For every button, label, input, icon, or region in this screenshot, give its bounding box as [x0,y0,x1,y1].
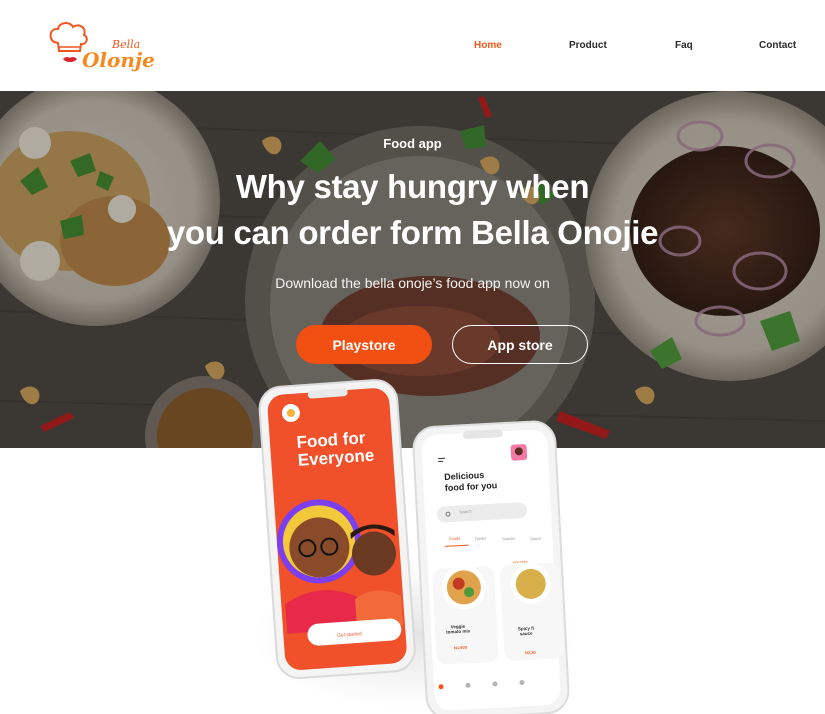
site-header: Bella Olonje Home Product Faq Contact [0,0,825,91]
phone-right-tab-snacks: Snacks [501,535,516,542]
nav-home[interactable]: Home [474,40,502,51]
hero-eyebrow: Food app [383,136,442,151]
playstore-button[interactable]: Playstore [296,325,432,364]
hero-headline-line1: Why stay hungry when [235,168,590,205]
phone-right-tab-foods: Foods [448,535,461,542]
nav-faq[interactable]: Faq [675,40,693,51]
phone-right-heading-line1: Delicious [444,469,485,482]
phone-right-heading-line2: food for you [444,480,498,493]
appstore-button[interactable]: App store [452,325,588,364]
hero-headline-line2: you can order form Bella Onojie [166,214,659,251]
phone-shadow [250,560,580,710]
phone-right-search: Search [458,508,472,515]
hero-subline: Download the bella onoje’s food app now … [275,275,550,291]
phone-right-see-more: see more [512,559,528,565]
phone-left-title-line2: Everyone [297,445,375,470]
nav-contact[interactable]: Contact [759,40,796,51]
phone-right-heading: Delicious food for you [444,469,498,494]
phone-right-tab-drinks: Drinks [474,535,487,542]
phone-right-tab-sauce: Sauce [529,535,542,542]
main-nav: Home Product Faq Contact [0,40,825,54]
nav-product[interactable]: Product [569,40,607,51]
